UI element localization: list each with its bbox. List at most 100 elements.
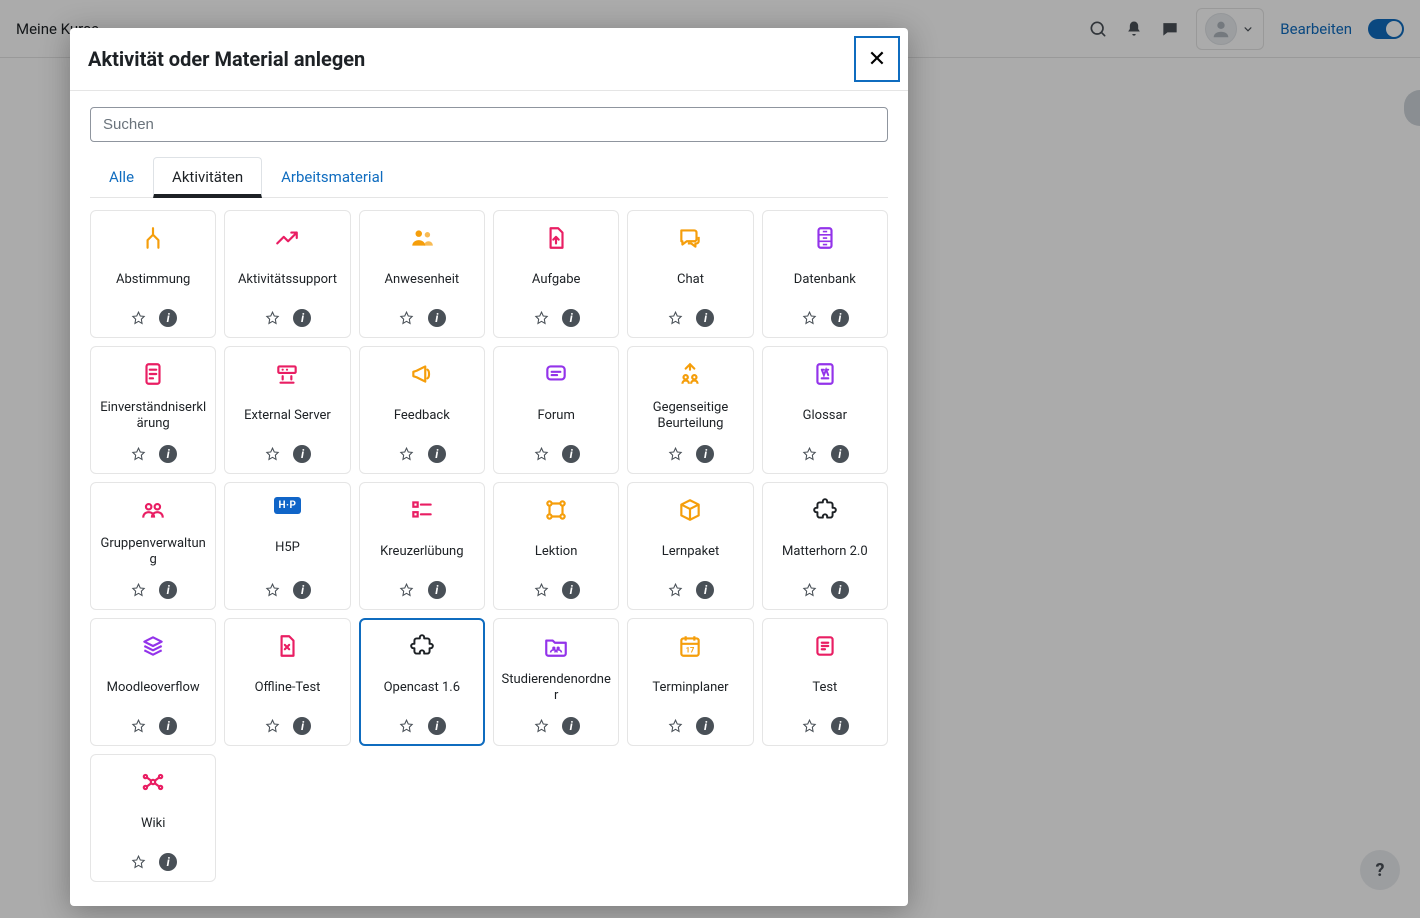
activity-card-terminplaner[interactable]: Terminplaner i: [627, 618, 753, 746]
activity-card-kreuzeruebung[interactable]: Kreuzerlübung i: [359, 482, 485, 610]
favorite-button[interactable]: [801, 581, 819, 599]
info-button[interactable]: i: [428, 445, 446, 463]
info-button[interactable]: i: [293, 309, 311, 327]
info-button[interactable]: i: [159, 309, 177, 327]
activity-label: Aufgabe: [532, 257, 581, 303]
activity-card-einverstaendnis[interactable]: Einverständniserklärung i: [90, 346, 216, 474]
card-footer: i: [129, 717, 177, 735]
upload-doc-icon: [543, 225, 569, 251]
puzzle-icon: [812, 497, 838, 523]
favorite-button[interactable]: [801, 309, 819, 327]
info-button[interactable]: i: [831, 309, 849, 327]
activity-label: Anwesenheit: [385, 257, 460, 303]
activity-card-moodleoverflow[interactable]: Moodleoverflow i: [90, 618, 216, 746]
info-button[interactable]: i: [428, 717, 446, 735]
activity-label: Einverständniserklärung: [97, 393, 209, 439]
favorite-button[interactable]: [666, 581, 684, 599]
card-footer: i: [801, 309, 849, 327]
activity-card-datenbank[interactable]: Datenbank i: [762, 210, 888, 338]
activity-card-lektion[interactable]: Lektion i: [493, 482, 619, 610]
activity-label: Matterhorn 2.0: [782, 529, 868, 575]
favorite-button[interactable]: [263, 581, 281, 599]
activity-card-aufgabe[interactable]: Aufgabe i: [493, 210, 619, 338]
info-button[interactable]: i: [428, 309, 446, 327]
activity-card-gegenseitige-beurteilung[interactable]: Gegenseitige Beurteilung i: [627, 346, 753, 474]
info-button[interactable]: i: [562, 717, 580, 735]
megaphone-icon: [409, 361, 435, 387]
favorite-button[interactable]: [129, 717, 147, 735]
choice-icon: [140, 225, 166, 251]
info-button[interactable]: i: [562, 581, 580, 599]
activity-card-lernpaket[interactable]: Lernpaket i: [627, 482, 753, 610]
info-button[interactable]: i: [696, 717, 714, 735]
tab-activities[interactable]: Aktivitäten: [153, 157, 262, 198]
favorite-button[interactable]: [129, 309, 147, 327]
favorite-button[interactable]: [129, 581, 147, 599]
info-button[interactable]: i: [831, 445, 849, 463]
activity-label: Abstimmung: [116, 257, 190, 303]
card-footer: i: [801, 581, 849, 599]
info-button[interactable]: i: [293, 445, 311, 463]
favorite-button[interactable]: [398, 309, 416, 327]
info-button[interactable]: i: [831, 717, 849, 735]
tab-resources[interactable]: Arbeitsmaterial: [262, 157, 402, 198]
info-button[interactable]: i: [696, 445, 714, 463]
info-button[interactable]: i: [562, 445, 580, 463]
activity-card-wiki[interactable]: Wiki i: [90, 754, 216, 882]
info-button[interactable]: i: [696, 309, 714, 327]
favorite-button[interactable]: [532, 717, 550, 735]
info-button[interactable]: i: [159, 853, 177, 871]
activity-card-feedback[interactable]: Feedback i: [359, 346, 485, 474]
activity-card-forum[interactable]: Forum i: [493, 346, 619, 474]
favorite-button[interactable]: [532, 581, 550, 599]
info-button[interactable]: i: [293, 581, 311, 599]
favorite-button[interactable]: [666, 309, 684, 327]
info-button[interactable]: i: [159, 445, 177, 463]
search-input[interactable]: [90, 107, 888, 142]
network-icon: [140, 769, 166, 795]
favorite-button[interactable]: [398, 581, 416, 599]
info-button[interactable]: i: [159, 717, 177, 735]
activity-label: Studierendenordner: [500, 665, 612, 711]
favorite-button[interactable]: [532, 309, 550, 327]
info-button[interactable]: i: [562, 309, 580, 327]
favorite-button[interactable]: [666, 717, 684, 735]
info-button[interactable]: i: [159, 581, 177, 599]
tab-all[interactable]: Alle: [90, 157, 153, 198]
activity-card-external-server[interactable]: External Server i: [224, 346, 350, 474]
favorite-button[interactable]: [263, 717, 281, 735]
calendar-icon: [677, 633, 703, 659]
activity-card-test[interactable]: Test i: [762, 618, 888, 746]
activity-label: Feedback: [394, 393, 450, 439]
activity-card-gruppenverwaltung[interactable]: Gruppenverwaltung i: [90, 482, 216, 610]
activity-card-matterhorn[interactable]: Matterhorn 2.0 i: [762, 482, 888, 610]
favorite-button[interactable]: [263, 309, 281, 327]
card-footer: i: [532, 309, 580, 327]
activity-card-abstimmung[interactable]: Abstimmung i: [90, 210, 216, 338]
favorite-button[interactable]: [398, 445, 416, 463]
activity-card-offline-test[interactable]: Offline-Test i: [224, 618, 350, 746]
database-icon: [812, 225, 838, 251]
favorite-button[interactable]: [666, 445, 684, 463]
activity-card-h5p[interactable]: H·P H5P i: [224, 482, 350, 610]
favorite-button[interactable]: [129, 853, 147, 871]
favorite-button[interactable]: [801, 445, 819, 463]
info-button[interactable]: i: [696, 581, 714, 599]
activity-card-aktivitaetssupport[interactable]: Aktivitätssupport i: [224, 210, 350, 338]
favorite-button[interactable]: [398, 717, 416, 735]
info-button[interactable]: i: [831, 581, 849, 599]
favorite-button[interactable]: [129, 445, 147, 463]
card-footer: i: [398, 309, 446, 327]
favorite-button[interactable]: [263, 445, 281, 463]
close-button[interactable]: ✕: [854, 36, 900, 82]
info-button[interactable]: i: [428, 581, 446, 599]
favorite-button[interactable]: [801, 717, 819, 735]
info-button[interactable]: i: [293, 717, 311, 735]
activity-card-anwesenheit[interactable]: Anwesenheit i: [359, 210, 485, 338]
puzzle-icon: [409, 633, 435, 659]
favorite-button[interactable]: [532, 445, 550, 463]
activity-card-studierendenordner[interactable]: Studierendenordner i: [493, 618, 619, 746]
activity-card-glossar[interactable]: Glossar i: [762, 346, 888, 474]
activity-card-chat[interactable]: Chat i: [627, 210, 753, 338]
activity-card-opencast[interactable]: Opencast 1.6 i: [359, 618, 485, 746]
